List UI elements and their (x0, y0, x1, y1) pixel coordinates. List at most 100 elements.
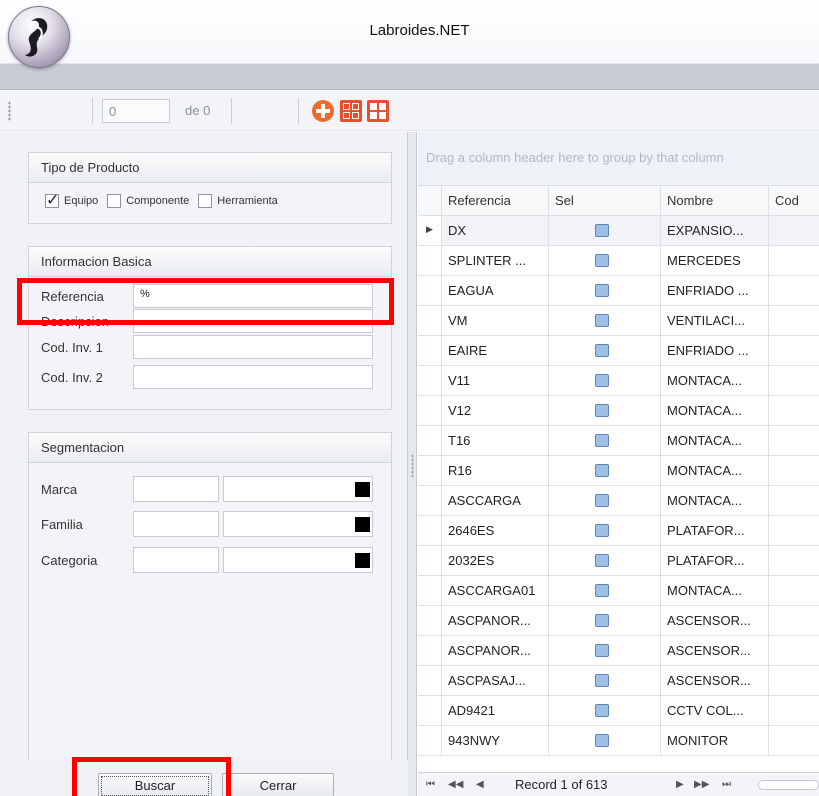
sel-checkbox-icon[interactable] (595, 674, 609, 687)
table-row[interactable]: EAGUA ENFRIADO ... (418, 276, 819, 306)
row-indicator[interactable] (418, 726, 442, 755)
table-row[interactable]: EAIRE ENFRIADO ... (418, 336, 819, 366)
cell-sel[interactable] (549, 516, 661, 545)
row-indicator[interactable] (418, 486, 442, 515)
table-row[interactable]: VM VENTILACI... (418, 306, 819, 336)
column-header-cod[interactable]: Cod (769, 186, 819, 215)
row-indicator[interactable] (418, 606, 442, 635)
table-row[interactable]: ASCCARGA01 MONTACA... (418, 576, 819, 606)
cell-sel[interactable] (549, 726, 661, 755)
row-indicator[interactable] (418, 216, 442, 245)
sel-checkbox-icon[interactable] (595, 314, 609, 327)
table-row[interactable]: V12 MONTACA... (418, 396, 819, 426)
equipo-checkbox[interactable] (45, 190, 59, 209)
cell-cod[interactable] (769, 456, 819, 485)
cell-nombre[interactable]: CCTV COL... (661, 696, 769, 725)
cell-sel[interactable] (549, 426, 661, 455)
splitter-grip[interactable] (411, 454, 414, 478)
next-record-icon[interactable]: ▶ (676, 779, 684, 790)
app-logo-icon[interactable] (8, 6, 70, 68)
sel-checkbox-icon[interactable] (595, 284, 609, 297)
cerrar-button[interactable]: Cerrar (222, 773, 334, 796)
cell-referencia[interactable]: 2646ES (442, 516, 549, 545)
row-indicator[interactable] (418, 456, 442, 485)
grid-solid-icon[interactable] (367, 100, 389, 122)
row-indicator[interactable] (418, 426, 442, 455)
previous-record-icon[interactable]: ◀ (476, 779, 484, 790)
cell-nombre[interactable]: MONTACA... (661, 486, 769, 515)
cell-nombre[interactable]: ENFRIADO ... (661, 276, 769, 305)
sel-checkbox-icon[interactable] (595, 464, 609, 477)
cell-cod[interactable] (769, 606, 819, 635)
cell-sel[interactable] (549, 396, 661, 425)
sel-checkbox-icon[interactable] (595, 224, 609, 237)
cell-referencia[interactable]: V11 (442, 366, 549, 395)
cell-referencia[interactable]: AD9421 (442, 696, 549, 725)
cell-referencia[interactable]: DX (442, 216, 549, 245)
cell-nombre[interactable]: ASCENSOR... (661, 666, 769, 695)
table-row[interactable]: SPLINTER ... MERCEDES (418, 246, 819, 276)
cell-cod[interactable] (769, 576, 819, 605)
row-indicator[interactable] (418, 246, 442, 275)
cell-nombre[interactable]: MONTACA... (661, 396, 769, 425)
marca-lookup-icon[interactable] (355, 482, 370, 497)
table-row[interactable]: ASCPASAJ... ASCENSOR... (418, 666, 819, 696)
cell-referencia[interactable]: V12 (442, 396, 549, 425)
cell-cod[interactable] (769, 216, 819, 245)
cell-referencia[interactable]: EAGUA (442, 276, 549, 305)
marca-code-input[interactable] (133, 476, 219, 502)
cell-cod[interactable] (769, 696, 819, 725)
cell-nombre[interactable]: MONTACA... (661, 576, 769, 605)
sel-checkbox-icon[interactable] (595, 434, 609, 447)
previous-page-icon[interactable]: ◀◀ (448, 779, 463, 790)
cell-nombre[interactable]: MONTACA... (661, 366, 769, 395)
sel-checkbox-icon[interactable] (595, 404, 609, 417)
table-row[interactable]: 943NWY MONITOR (418, 726, 819, 756)
sel-checkbox-icon[interactable] (595, 704, 609, 717)
categoria-name-input[interactable] (223, 547, 373, 573)
cell-cod[interactable] (769, 516, 819, 545)
row-indicator[interactable] (418, 666, 442, 695)
herramienta-checkbox[interactable] (198, 194, 213, 208)
cell-referencia[interactable]: ASCPANOR... (442, 606, 549, 635)
table-row[interactable]: R16 MONTACA... (418, 456, 819, 486)
table-row[interactable]: V11 MONTACA... (418, 366, 819, 396)
cell-cod[interactable] (769, 486, 819, 515)
familia-name-input[interactable] (223, 511, 373, 537)
sel-checkbox-icon[interactable] (595, 494, 609, 507)
cell-sel[interactable] (549, 606, 661, 635)
cell-nombre[interactable]: MERCEDES (661, 246, 769, 275)
row-indicator[interactable] (418, 366, 442, 395)
cell-cod[interactable] (769, 426, 819, 455)
cell-referencia[interactable]: EAIRE (442, 336, 549, 365)
cell-nombre[interactable]: ASCENSOR... (661, 636, 769, 665)
sel-checkbox-icon[interactable] (595, 584, 609, 597)
row-indicator[interactable] (418, 546, 442, 575)
sel-checkbox-icon[interactable] (595, 644, 609, 657)
categoria-code-input[interactable] (133, 547, 219, 573)
cell-referencia[interactable]: ASCPANOR... (442, 636, 549, 665)
table-row[interactable]: 2032ES PLATAFOR... (418, 546, 819, 576)
cell-nombre[interactable]: MONTACA... (661, 426, 769, 455)
row-indicator[interactable] (418, 336, 442, 365)
cell-nombre[interactable]: ENFRIADO ... (661, 336, 769, 365)
sel-checkbox-icon[interactable] (595, 734, 609, 747)
cell-nombre[interactable]: MONITOR (661, 726, 769, 755)
cell-nombre[interactable]: PLATAFOR... (661, 546, 769, 575)
cell-referencia[interactable]: ASCPASAJ... (442, 666, 549, 695)
row-indicator[interactable] (418, 636, 442, 665)
cell-sel[interactable] (549, 636, 661, 665)
row-indicator[interactable] (418, 396, 442, 425)
panel-splitter[interactable] (408, 132, 417, 796)
cell-cod[interactable] (769, 666, 819, 695)
table-row[interactable]: T16 MONTACA... (418, 426, 819, 456)
row-indicator[interactable] (418, 516, 442, 545)
cell-referencia[interactable]: SPLINTER ... (442, 246, 549, 275)
toolbar-grip[interactable] (8, 101, 11, 121)
cell-sel[interactable] (549, 246, 661, 275)
row-indicator[interactable] (418, 276, 442, 305)
column-header-nombre[interactable]: Nombre (661, 186, 769, 215)
cell-sel[interactable] (549, 306, 661, 335)
row-indicator[interactable] (418, 306, 442, 335)
next-page-icon[interactable]: ▶▶ (694, 779, 709, 790)
